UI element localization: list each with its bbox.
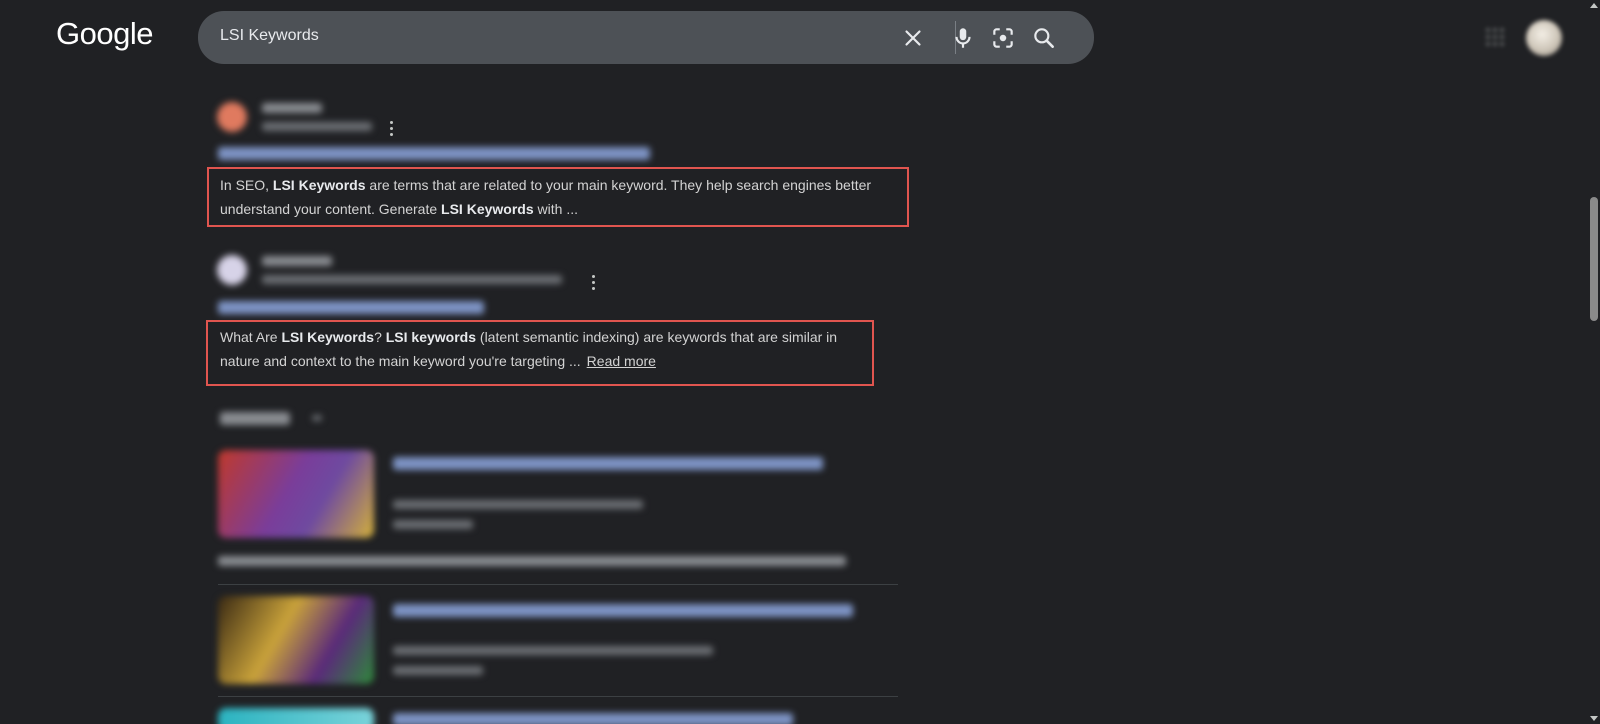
video-2-date	[393, 666, 483, 675]
search-bar[interactable]: LSI Keywords	[198, 11, 1094, 64]
snippet-text: What Are	[220, 329, 282, 345]
snippet-bold: LSI Keywords	[281, 329, 375, 345]
video-3-title-link[interactable]	[393, 713, 793, 724]
lens-icon[interactable]	[990, 25, 1016, 51]
microphone-icon[interactable]	[950, 25, 976, 51]
snippet-text: with ...	[533, 201, 578, 217]
snippet-bold: LSI Keywords	[272, 177, 366, 193]
scrollbar-track[interactable]	[1588, 0, 1600, 724]
search-input[interactable]: LSI Keywords	[220, 27, 319, 45]
snippet-text: nature and context to the main keyword y…	[220, 353, 581, 369]
result-1-url	[262, 122, 372, 131]
search-results-page: Google LSI Keywords In SEO, LSI Keywords…	[0, 0, 1600, 724]
video-1-title-link[interactable]	[393, 457, 823, 470]
result-1-more-icon[interactable]	[390, 121, 394, 137]
result-2-favicon	[217, 255, 247, 285]
video-2-title-link[interactable]	[393, 604, 853, 617]
result-2-title-link[interactable]	[218, 301, 484, 314]
google-logo[interactable]: Google	[56, 16, 153, 52]
snippet-text: In SEO,	[220, 177, 273, 193]
clear-icon[interactable]	[900, 25, 926, 51]
snippet-text: (latent semantic indexing) are keywords …	[476, 329, 838, 345]
result-1-snippet: In SEO, LSI Keywords are terms that are …	[220, 173, 871, 221]
result-2-more-icon[interactable]	[592, 275, 596, 291]
apps-icon[interactable]	[1485, 27, 1505, 47]
scrollbar-thumb[interactable]	[1590, 197, 1598, 321]
video-divider	[218, 584, 898, 585]
video-2-thumbnail[interactable]	[218, 596, 374, 684]
snippet-bold: LSI keywords	[385, 329, 477, 345]
video-2-channel	[393, 646, 713, 655]
result-1-title-link[interactable]	[218, 147, 650, 160]
result-2-snippet: What Are LSI Keywords? LSI keywords (lat…	[220, 325, 837, 373]
video-1-thumbnail[interactable]	[218, 450, 374, 538]
avatar[interactable]	[1526, 20, 1562, 56]
scroll-down-arrow[interactable]	[1590, 716, 1598, 721]
videos-heading-chevron	[312, 415, 322, 421]
video-1-channel	[393, 500, 643, 509]
snippet-text: understand your content. Generate	[220, 201, 442, 217]
result-2-url	[262, 275, 562, 284]
snippet-text: ?	[374, 329, 386, 345]
snippet-bold: LSI Keywords	[441, 201, 534, 217]
result-1-favicon	[217, 102, 247, 132]
read-more-link[interactable]: Read more	[587, 353, 656, 369]
result-2-site-name	[262, 256, 332, 266]
video-3-thumbnail[interactable]	[218, 708, 374, 724]
video-1-date	[393, 520, 473, 529]
videos-heading	[220, 412, 290, 425]
video-1-description	[218, 556, 846, 566]
snippet-text: are terms that are related to your main …	[365, 177, 872, 193]
result-1-site-name	[262, 103, 322, 113]
video-divider	[218, 696, 898, 697]
search-icon[interactable]	[1031, 25, 1057, 51]
scroll-up-arrow[interactable]	[1590, 3, 1598, 8]
